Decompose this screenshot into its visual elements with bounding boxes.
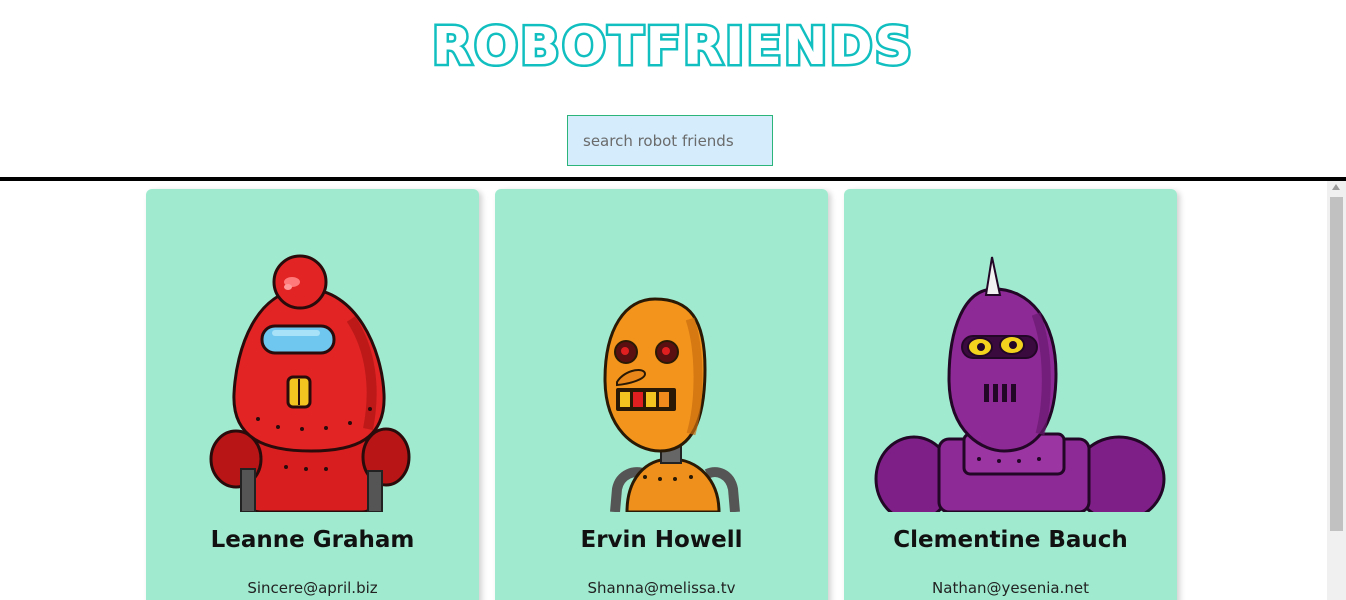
vertical-scrollbar[interactable]	[1327, 181, 1346, 600]
robot-avatar-image	[603, 297, 740, 512]
robot-email: Nathan@yesenia.net	[932, 579, 1089, 597]
app-title: ROBOTFRIENDS	[429, 15, 915, 80]
search-box	[567, 115, 773, 166]
robot-avatar-image	[209, 254, 411, 512]
card-list: Leanne Graham Sincere@april.biz Ervin Ho…	[146, 189, 1177, 600]
robot-card[interactable]: Clementine Bauch Nathan@yesenia.net	[844, 189, 1177, 600]
scrollbar-thumb[interactable]	[1330, 197, 1343, 531]
header: ROBOTFRIENDS	[0, 0, 1346, 177]
robot-name: Clementine Bauch	[893, 527, 1128, 553]
robot-card[interactable]: Leanne Graham Sincere@april.biz	[146, 189, 479, 600]
robot-email: Shanna@melissa.tv	[587, 579, 736, 597]
robot-name: Leanne Graham	[210, 527, 415, 553]
robot-avatar-image	[874, 256, 1166, 512]
scroll-up-arrow-icon[interactable]	[1332, 184, 1340, 190]
robot-name: Ervin Howell	[580, 527, 743, 553]
robot-email: Sincere@april.biz	[247, 579, 378, 597]
robot-card[interactable]: Ervin Howell Shanna@melissa.tv	[495, 189, 828, 600]
search-input[interactable]	[567, 115, 773, 166]
robot-list-scroll-area[interactable]: Leanne Graham Sincere@april.biz Ervin Ho…	[0, 177, 1346, 600]
